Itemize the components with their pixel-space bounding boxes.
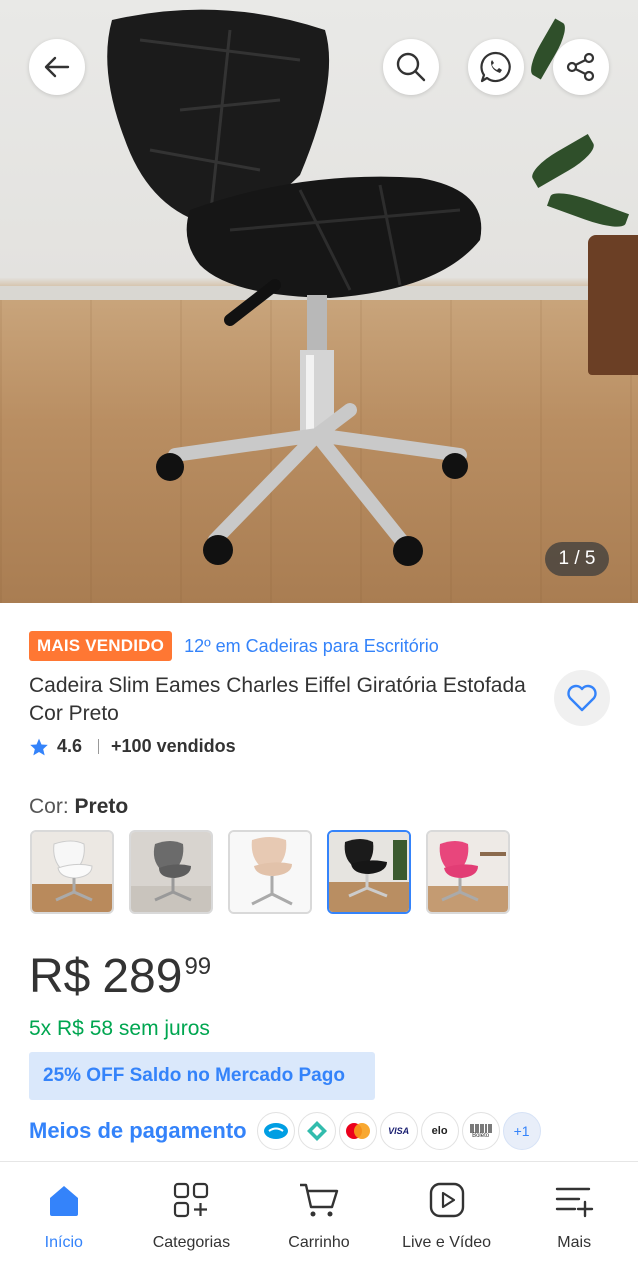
favorite-button[interactable]: [554, 670, 610, 726]
badges-row: MAIS VENDIDO 12º em Cadeiras para Escrit…: [29, 631, 439, 661]
categories-icon: [169, 1178, 213, 1222]
best-seller-badge: MAIS VENDIDO: [29, 631, 173, 661]
mastercard-icon: [338, 1112, 377, 1150]
share-button[interactable]: [553, 39, 609, 95]
boleto-icon: Boleto: [461, 1112, 500, 1150]
heart-icon: [567, 684, 597, 712]
promo-banner: 25% OFF Saldo no Mercado Pago: [29, 1052, 375, 1100]
nav-more[interactable]: Mais: [510, 1162, 638, 1280]
arrow-left-icon: [44, 56, 70, 78]
gray-chair-thumbnail: [131, 832, 211, 912]
color-label: Cor:: [29, 795, 69, 818]
nav-more-label: Mais: [557, 1234, 592, 1251]
product-title: Cadeira Slim Eames Charles Eiffel Girató…: [29, 674, 526, 725]
rating-row[interactable]: 4.6 +100 vendidos: [29, 736, 236, 757]
whatsapp-share-button[interactable]: [468, 39, 524, 95]
home-icon: [42, 1178, 86, 1222]
swatch-gray[interactable]: [129, 830, 213, 914]
price-integer: 289: [102, 950, 183, 1003]
elo-icon: elo: [420, 1112, 459, 1150]
search-button[interactable]: [383, 39, 439, 95]
nav-cart-label: Carrinho: [288, 1234, 350, 1251]
nav-cart[interactable]: Carrinho: [255, 1162, 383, 1280]
search-icon: [396, 52, 426, 82]
menu-plus-icon: [552, 1178, 596, 1222]
swatch-white[interactable]: [30, 830, 114, 914]
nav-home[interactable]: Início: [0, 1162, 128, 1280]
nav-categories-label: Categorias: [152, 1234, 231, 1251]
chair-photo: [107, 9, 482, 566]
payment-methods-row[interactable]: Meios de pagamento VISA elo Boleto +1: [29, 1112, 541, 1150]
image-counter: 1 / 5: [545, 542, 609, 576]
nude-chair-thumbnail: [230, 832, 310, 912]
category-ranking-link[interactable]: 12º em Cadeiras para Escritório: [184, 636, 439, 657]
nav-categories[interactable]: Categorias: [128, 1162, 256, 1280]
more-payment-methods[interactable]: +1: [502, 1112, 541, 1150]
swatch-nude[interactable]: [228, 830, 312, 914]
price-currency: R$: [29, 950, 91, 1003]
payment-methods-link[interactable]: Meios de pagamento: [29, 1118, 247, 1144]
nav-home-label: Início: [44, 1234, 83, 1251]
rating-value: 4.6: [57, 736, 83, 756]
nav-live-label: Live e Vídeo: [402, 1234, 492, 1251]
star-icon: [30, 738, 48, 755]
color-selector-label: Cor: Preto: [29, 795, 128, 819]
boleto-label: Boleto: [472, 1132, 490, 1139]
divider: [98, 739, 100, 754]
whatsapp-icon: [480, 51, 511, 83]
swatch-black[interactable]: [327, 830, 411, 914]
color-swatches: [30, 830, 510, 914]
cart-icon: [297, 1178, 341, 1222]
swatch-pink[interactable]: [426, 830, 510, 914]
back-button[interactable]: [29, 39, 85, 95]
video-play-icon: [425, 1178, 469, 1222]
white-chair-thumbnail: [32, 832, 112, 912]
price: R$ 289 99: [29, 948, 211, 1006]
installments-text: 5x R$ 58 sem juros: [29, 1017, 210, 1040]
pix-icon: [297, 1112, 336, 1150]
mercado-pago-icon: [256, 1112, 295, 1150]
pink-chair-thumbnail: [428, 832, 508, 912]
nav-live[interactable]: Live e Vídeo: [383, 1162, 511, 1280]
visa-icon: VISA: [379, 1112, 418, 1150]
black-chair-thumbnail: [329, 832, 409, 912]
product-image-gallery[interactable]: 1 / 5: [0, 0, 638, 603]
price-cents: 99: [184, 953, 212, 980]
bottom-navigation: Início Categorias Carrinho Live e Vídeo …: [0, 1161, 638, 1280]
color-value: Preto: [74, 795, 129, 818]
share-icon: [566, 52, 595, 82]
sold-count: +100 vendidos: [111, 736, 236, 756]
